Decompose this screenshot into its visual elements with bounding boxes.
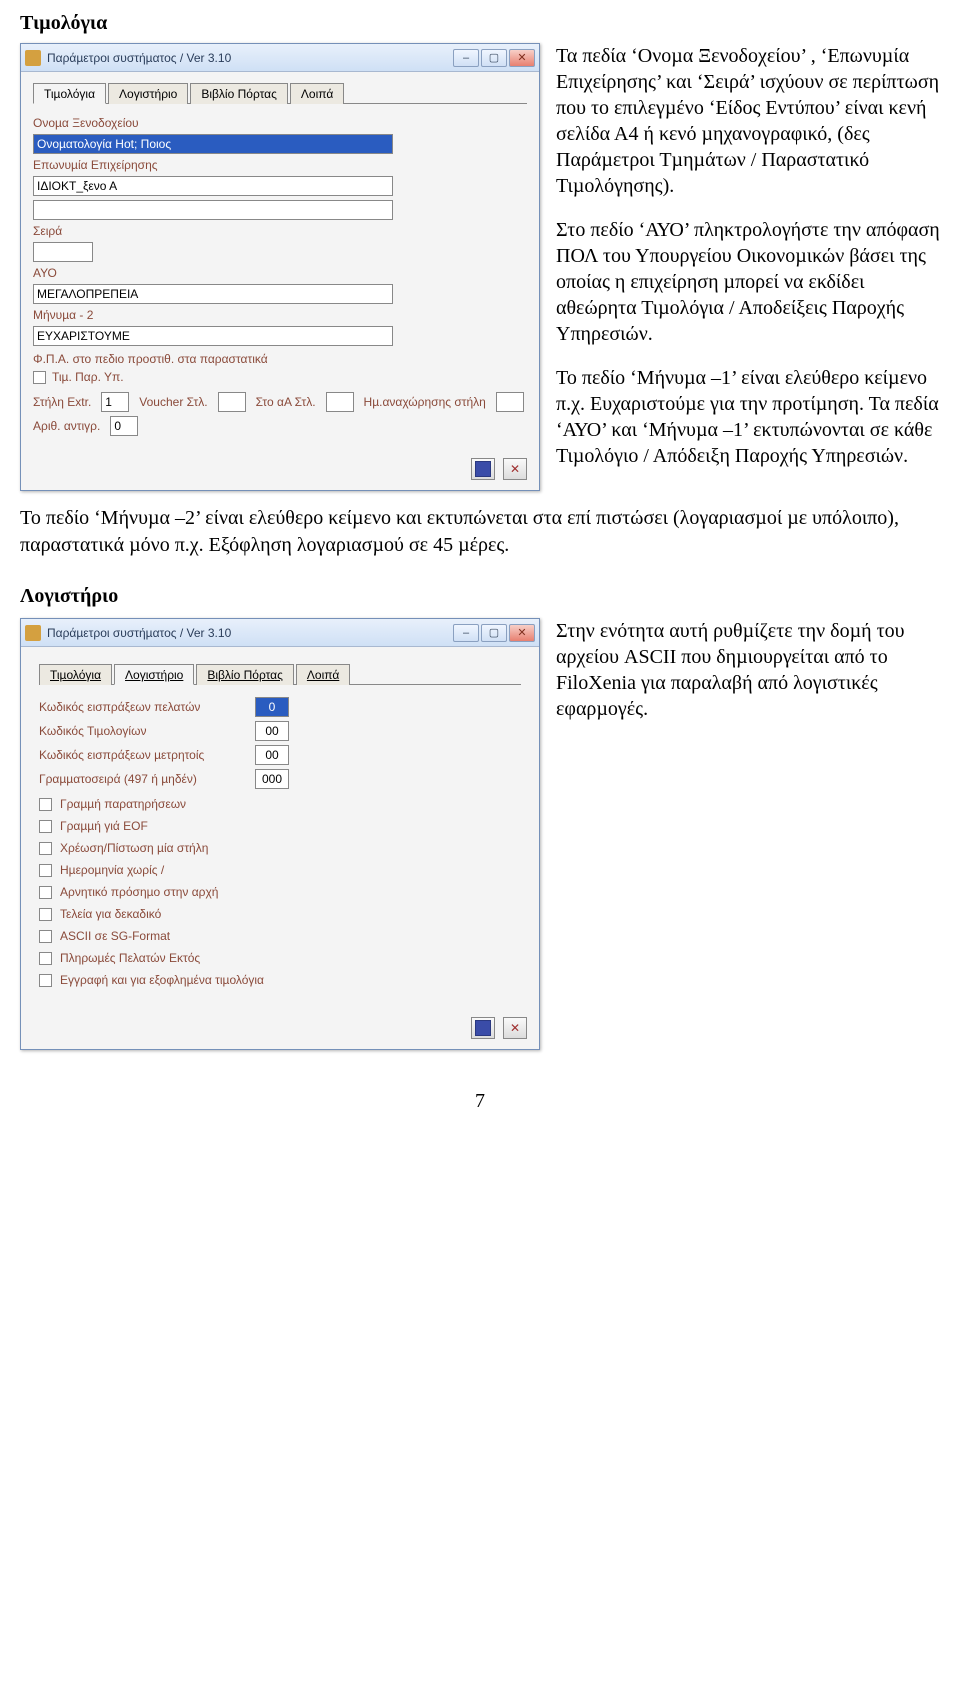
explanatory-text-1: Τα πεδία ‘Ονοµα Ξενοδοχείου’ , ‘Επωνυµία… [556,43,940,487]
tab-invoices[interactable]: Τιµολόγια [39,664,112,685]
checkbox-label-tim-par-yp: Τιµ. Παρ. Υπ. [52,370,124,384]
label-code-cash: Κωδικός εισπράξεων µετρητοίς [39,748,249,762]
checkbox-tim-par-yp[interactable] [33,371,46,384]
row-accounting: Παράµετροι συστήµατος / Ver 3.10 – ▢ ✕ Τ… [20,618,940,1050]
input-code-cash[interactable] [255,745,289,765]
label-copies: Αριθ. αντιγρ. [33,419,100,433]
window-2-titlebar: Παράµετροι συστήµατος / Ver 3.10 – ▢ ✕ [21,619,539,647]
save-button[interactable] [471,1017,495,1039]
label-font: Γραµµατοσειρά (497 ή µηδέν) [39,772,249,786]
cancel-button[interactable] [503,458,527,480]
app-icon [25,50,41,66]
window-1-titlebar: Παράµετροι συστήµατος / Ver 3.10 – ▢ ✕ [21,44,539,72]
para-ascii: Στην ενότητα αυτή ρυθµίζετε την δοµή του… [556,618,940,722]
window-2-body: Τιµολόγια Λογιστήριο Βιβλίο Πόρτας Λοιπά… [21,647,539,1013]
input-code-customer[interactable] [255,697,289,717]
maximize-button[interactable]: ▢ [481,624,507,642]
app-icon [25,625,41,641]
window-1: Παράµετροι συστήµατος / Ver 3.10 – ▢ ✕ Τ… [20,43,540,491]
input-code-invoices[interactable] [255,721,289,741]
checkbox-date-noslash[interactable] [39,864,52,877]
screenshot-2-container: Παράµετροι συστήµατος / Ver 3.10 – ▢ ✕ Τ… [20,618,540,1050]
minimize-button[interactable]: – [453,49,479,67]
label-business-name: Επωνυµία Επιχείρησης [33,158,158,172]
toolbar-row-1 [21,454,539,490]
label-ayo: ΑΥΟ [33,266,57,280]
label-series: Σειρά [33,224,62,238]
label-col2: Voucher Στλ. [139,395,207,409]
checkbox-paid-invoices[interactable] [39,974,52,987]
input-ayo[interactable] [33,284,393,304]
section-heading-accounting: Λογιστήριο [20,585,940,608]
window-2-title: Παράµετροι συστήµατος / Ver 3.10 [47,626,447,640]
window-2: Παράµετροι συστήµατος / Ver 3.10 – ▢ ✕ Τ… [20,618,540,1050]
minimize-button[interactable]: – [453,624,479,642]
input-copies[interactable] [110,416,138,436]
label-vat-line: Φ.Π.Α. στο πεδιο προστιθ. στα παραστατικ… [33,352,268,366]
window-buttons: – ▢ ✕ [453,624,535,642]
row-invoices: Παράµετροι συστήµατος / Ver 3.10 – ▢ ✕ Τ… [20,43,940,491]
checkbox-label-paid-invoices: Εγγραφή και για εξοφληµένα τιµολόγια [60,973,264,987]
label-code-customer: Κωδικός εισπράξεων πελατών [39,700,249,714]
tab-doorbook[interactable]: Βιβλίο Πόρτας [190,83,288,104]
explanatory-text-2: Στην ενότητα αυτή ρυθµίζετε την δοµή του… [556,618,940,740]
tab-invoices[interactable]: Τιµολόγια [33,83,106,104]
screenshot-1-container: Παράµετροι συστήµατος / Ver 3.10 – ▢ ✕ Τ… [20,43,540,491]
input-col2[interactable] [218,392,246,412]
checkbox-eof-line[interactable] [39,820,52,833]
para-msg2: Το πεδίο ‘Μήνυµα –2’ είναι ελεύθερο κείµ… [20,505,940,559]
save-button[interactable] [471,458,495,480]
checkbox-neg-prefix[interactable] [39,886,52,899]
input-col1[interactable] [101,392,129,412]
close-button[interactable]: ✕ [509,624,535,642]
maximize-button[interactable]: ▢ [481,49,507,67]
window-1-body: Τιµολόγια Λογιστήριο Βιβλίο Πόρτας Λοιπά… [21,72,539,454]
checkbox-label-sg-format: ASCII σε SG-Format [60,929,170,943]
page-number: 7 [20,1090,940,1113]
tabstrip-2: Τιµολόγια Λογιστήριο Βιβλίο Πόρτας Λοιπά [39,663,521,685]
window-buttons: – ▢ ✕ [453,49,535,67]
toolbar-row-2 [21,1013,539,1049]
checkbox-label-remarks: Γραµµή παρατηρήσεων [60,797,186,811]
checkbox-sg-format[interactable] [39,930,52,943]
input-business-name[interactable] [33,176,393,196]
para-fields-hotel: Τα πεδία ‘Ονοµα Ξενοδοχείου’ , ‘Επωνυµία… [556,43,940,199]
close-button[interactable]: ✕ [509,49,535,67]
checkbox-label-payments-ext: Πληρωµές Πελατών Εκτός [60,951,200,965]
checkbox-label-one-column: Χρέωση/Πίστωση µία στήλη [60,841,208,855]
tab-accounting[interactable]: Λογιστήριο [108,83,188,104]
tabstrip-1: Τιµολόγια Λογιστήριο Βιβλίο Πόρτας Λοιπά [33,82,527,104]
checkbox-payments-ext[interactable] [39,952,52,965]
tab-other[interactable]: Λοιπά [290,83,344,104]
label-col4: Ηµ.αναχώρησης στήλη [364,395,486,409]
window-1-title: Παράµετροι συστήµατος / Ver 3.10 [47,51,447,65]
checkbox-label-dot-decimal: Τελεία για δεκαδικό [60,907,161,921]
input-thanks[interactable] [33,326,393,346]
checkbox-one-column[interactable] [39,842,52,855]
label-hotel-name: Ονοµα Ξενοδοχείου [33,116,139,130]
field-hotel-name: Ονοµα Ξενοδοχείου [33,116,527,130]
label-col1: Στήλη Extr. [33,395,91,409]
input-series[interactable] [33,242,93,262]
para-ayo: Στο πεδίο ‘ΑΥΟ’ πληκτρολογήστε την απόφα… [556,217,940,347]
tab-accounting[interactable]: Λογιστήριο [114,664,194,685]
para-msg1: Το πεδίο ‘Μήνυµα –1’ είναι ελεύθερο κείµ… [556,365,940,469]
cancel-button[interactable] [503,1017,527,1039]
tab-doorbook[interactable]: Βιβλίο Πόρτας [196,664,294,685]
input-col4[interactable] [496,392,524,412]
label-col3: Στο αΑ Στλ. [256,395,316,409]
checkbox-label-eof: Γραµµή γιά EOF [60,819,148,833]
checkbox-label-date-noslash: Ηµεροµηνία χωρίς / [60,863,164,877]
input-business-name-2[interactable] [33,200,393,220]
checkbox-remarks-line[interactable] [39,798,52,811]
checkbox-label-neg-prefix: Αρνητικό πρόσηµο στην αρχή [60,885,218,899]
checkbox-dot-decimal[interactable] [39,908,52,921]
label-msg2: Μήνυµα - 2 [33,308,93,322]
input-font[interactable] [255,769,289,789]
tab-other[interactable]: Λοιπά [296,664,350,685]
input-col3[interactable] [326,392,354,412]
section-heading-invoices: Τιµολόγια [20,12,940,35]
input-hotel-name[interactable] [33,134,393,154]
label-code-invoices: Κωδικός Τιµολογίων [39,724,249,738]
